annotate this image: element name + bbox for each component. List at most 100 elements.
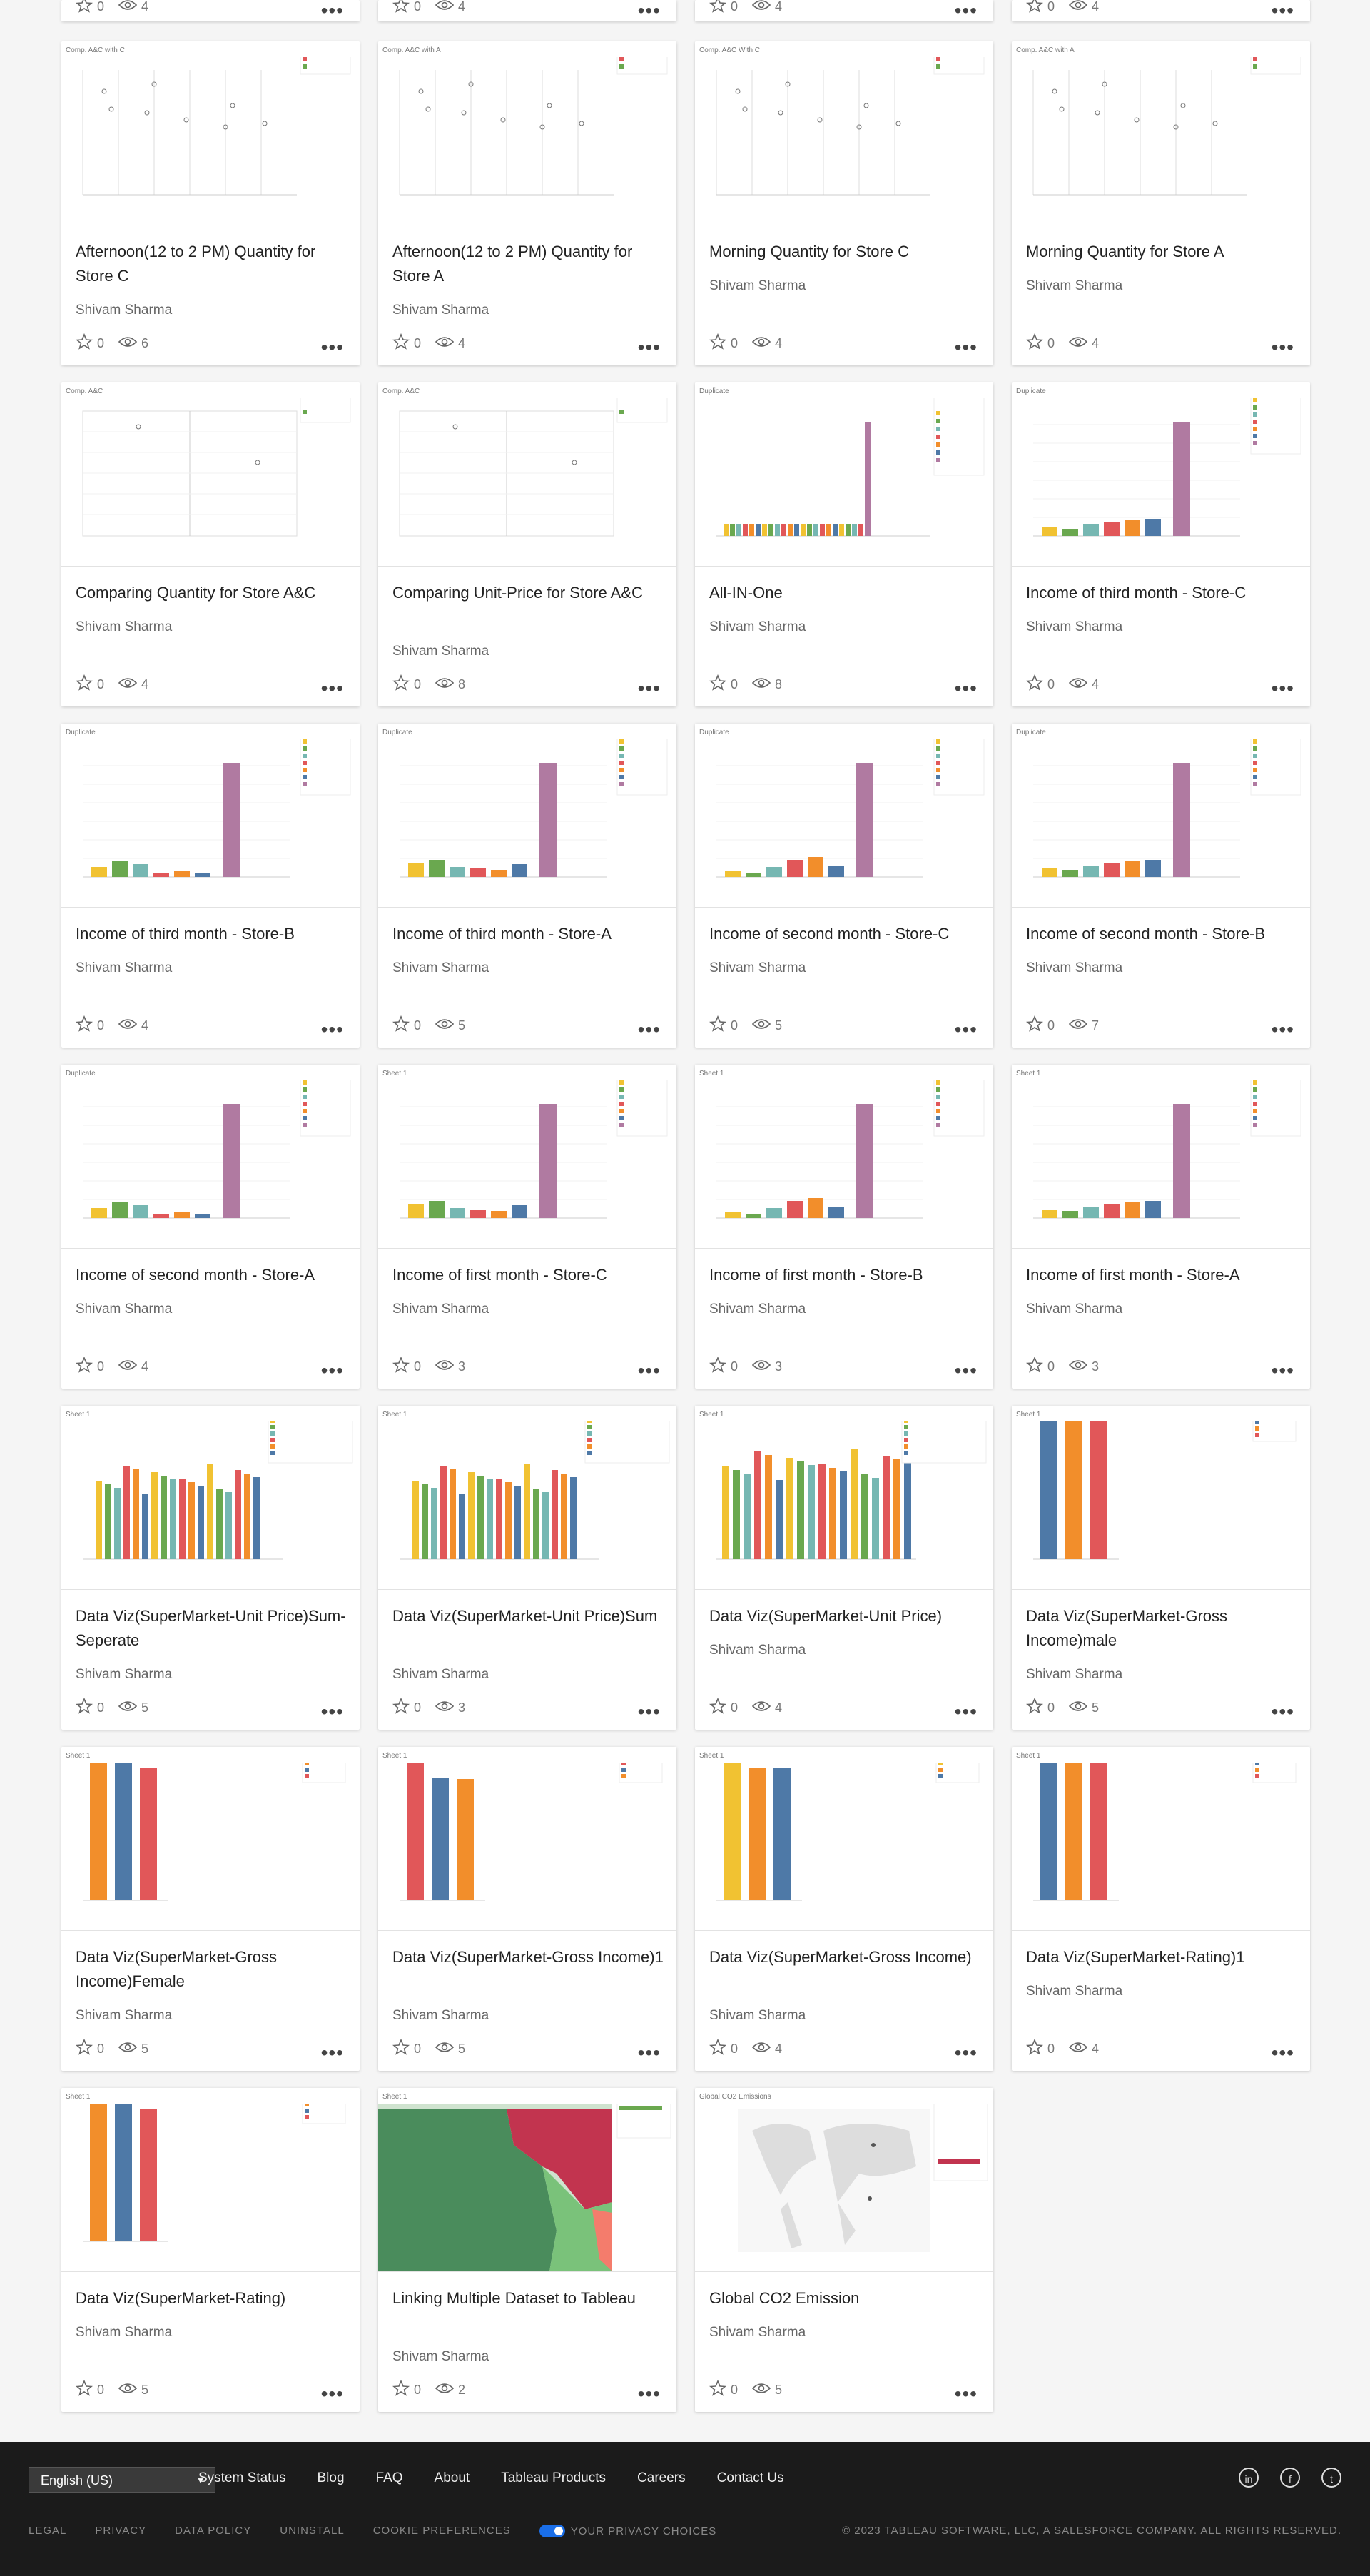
viz-thumbnail[interactable]: Sheet 1 — [378, 1065, 676, 1249]
legal-link-privacy[interactable]: PRIVACY — [95, 2525, 146, 2537]
viz-thumbnail[interactable]: Sheet 1 — [61, 1747, 360, 1931]
author-name[interactable]: Shivam Sharma — [709, 960, 806, 976]
author-name[interactable]: Shivam Sharma — [76, 2008, 172, 2024]
viz-card[interactable]: Comp. A&C Comparing Quantity for Store A&… — [61, 382, 360, 706]
star-icon[interactable] — [392, 1697, 410, 1718]
viz-card[interactable]: Comp. A&C with C Afternoon(12 to 2 PM) Qu… — [61, 41, 360, 365]
viz-card[interactable]: Duplicate Income of second month - Store-… — [1012, 724, 1310, 1048]
star-icon[interactable] — [75, 2379, 93, 2400]
card-title[interactable]: Income of third month - Store-B — [76, 922, 347, 946]
viz-card[interactable]: Sheet 1 Data Viz(SuperMarket-Gross Income… — [1012, 1406, 1310, 1730]
star-icon[interactable] — [1025, 1697, 1044, 1718]
legal-link-legal[interactable]: LEGAL — [29, 2525, 66, 2537]
card-title[interactable]: Data Viz(SuperMarket-Unit Price)Sum-Sepe… — [76, 1604, 347, 1653]
viz-card[interactable]: Sheet 1 Data Viz(SuperMarket-Gross Income… — [61, 1747, 360, 2071]
viz-thumbnail[interactable]: Sheet 1 — [61, 1406, 360, 1590]
star-icon[interactable] — [75, 1697, 93, 1718]
viz-thumbnail[interactable]: Comp. A&C — [378, 382, 676, 567]
more-options-icon[interactable]: ••• — [1272, 1702, 1294, 1722]
viz-card[interactable]: Sheet 1 Data Viz(SuperMarket-Rating) Shiva… — [61, 2088, 360, 2412]
star-icon[interactable] — [75, 2038, 93, 2059]
card-title[interactable]: Data Viz(SuperMarket-Unit Price) — [709, 1604, 980, 1628]
author-name[interactable]: Shivam Sharma — [392, 303, 489, 318]
viz-thumbnail[interactable]: Duplicate — [695, 724, 993, 908]
footer-link-careers[interactable]: Careers — [637, 2470, 686, 2486]
star-icon[interactable] — [392, 1015, 410, 1036]
viz-thumbnail[interactable]: Sheet 1 — [695, 1065, 993, 1249]
card-title[interactable]: Income of third month - Store-A — [392, 922, 664, 946]
card-title[interactable]: Data Viz(SuperMarket-Gross Income) — [709, 1945, 980, 1969]
card-title[interactable]: Data Viz(SuperMarket-Gross Income)1 — [392, 1945, 664, 1969]
viz-card[interactable]: Comp. A&C Comparing Unit-Price for Store … — [378, 382, 676, 706]
author-name[interactable]: Shivam Sharma — [76, 960, 172, 976]
star-icon[interactable] — [1025, 1356, 1044, 1377]
more-options-icon[interactable]: ••• — [638, 1361, 661, 1381]
viz-card[interactable]: Sheet 1 Data Viz(SuperMarket-Gross Income… — [378, 1747, 676, 2071]
more-options-icon[interactable]: ••• — [321, 1, 344, 21]
author-name[interactable]: Shivam Sharma — [392, 1302, 489, 1317]
card-title[interactable]: Data Viz(SuperMarket-Unit Price)Sum — [392, 1604, 664, 1628]
more-options-icon[interactable]: ••• — [638, 1702, 661, 1722]
viz-card[interactable]: Sheet 1 Data Viz(SuperMarket-Unit Price)S… — [61, 1406, 360, 1730]
viz-card[interactable]: Sheet 1 Income of first month - Store-A Sh… — [1012, 1065, 1310, 1389]
more-options-icon[interactable]: ••• — [638, 2384, 661, 2404]
viz-card[interactable]: Comp. A&C with A Afternoon(12 to 2 PM) Qu… — [378, 41, 676, 365]
more-options-icon[interactable]: ••• — [638, 1020, 661, 1040]
card-title[interactable]: Income of first month - Store-C — [392, 1263, 664, 1287]
star-icon[interactable] — [392, 674, 410, 695]
viz-thumbnail[interactable]: Sheet 1 — [61, 2088, 360, 2272]
more-options-icon[interactable]: ••• — [638, 2043, 661, 2063]
footer-link-about[interactable]: About — [435, 2470, 470, 2486]
author-name[interactable]: Shivam Sharma — [1026, 1302, 1122, 1317]
viz-thumbnail[interactable]: Comp. A&C with A — [1012, 41, 1310, 225]
star-icon[interactable] — [392, 0, 410, 17]
star-icon[interactable] — [75, 333, 93, 354]
footer-link-blog[interactable]: Blog — [318, 2470, 345, 2486]
author-name[interactable]: Shivam Sharma — [1026, 1984, 1122, 1999]
viz-thumbnail[interactable]: Comp. A&C with A — [378, 41, 676, 225]
author-name[interactable]: Shivam Sharma — [1026, 960, 1122, 976]
legal-link-uninstall[interactable]: UNINSTALL — [280, 2525, 344, 2537]
author-name[interactable]: Shivam Sharma — [1026, 278, 1122, 294]
author-name[interactable]: Shivam Sharma — [392, 960, 489, 976]
more-options-icon[interactable]: ••• — [955, 2384, 978, 2404]
star-icon[interactable] — [392, 333, 410, 354]
more-options-icon[interactable]: ••• — [955, 1361, 978, 1381]
viz-card[interactable]: Duplicate Income of third month - Store-B… — [61, 724, 360, 1048]
viz-card[interactable]: Sheet 1 Linking Multiple Dataset to Table… — [378, 2088, 676, 2412]
footer-link-tableau-products[interactable]: Tableau Products — [501, 2470, 606, 2486]
card-title[interactable]: Comparing Unit-Price for Store A&C — [392, 581, 664, 605]
card-title[interactable]: Income of second month - Store-B — [1026, 922, 1297, 946]
card-title[interactable]: Global CO2 Emission — [709, 2286, 980, 2311]
card-title[interactable]: Afternoon(12 to 2 PM) Quantity for Store… — [76, 240, 347, 288]
viz-card[interactable]: Sheet 1 Income of first month - Store-C Sh… — [378, 1065, 676, 1389]
viz-thumbnail[interactable]: Sheet 1 — [695, 1747, 993, 1931]
card-title[interactable]: Data Viz(SuperMarket-Rating) — [76, 2286, 347, 2311]
author-name[interactable]: Shivam Sharma — [76, 1302, 172, 1317]
more-options-icon[interactable]: ••• — [1272, 338, 1294, 358]
card-title[interactable]: Afternoon(12 to 2 PM) Quantity for Store… — [392, 240, 664, 288]
author-name[interactable]: Shivam Sharma — [709, 619, 806, 635]
more-options-icon[interactable]: ••• — [321, 1020, 344, 1040]
star-icon[interactable] — [709, 0, 727, 17]
author-name[interactable]: Shivam Sharma — [709, 2008, 806, 2024]
viz-thumbnail[interactable]: Global CO2 Emissions — [695, 2088, 993, 2272]
star-icon[interactable] — [75, 1356, 93, 1377]
more-options-icon[interactable]: ••• — [321, 1702, 344, 1722]
more-options-icon[interactable]: ••• — [1272, 679, 1294, 699]
star-icon[interactable] — [75, 0, 93, 17]
star-icon[interactable] — [709, 333, 727, 354]
more-options-icon[interactable]: ••• — [321, 2384, 344, 2404]
viz-thumbnail[interactable]: Sheet 1 — [695, 1406, 993, 1590]
card-title[interactable]: Morning Quantity for Store A — [1026, 240, 1297, 264]
card-title[interactable]: All-IN-One — [709, 581, 980, 605]
card-title[interactable]: Income of third month - Store-C — [1026, 581, 1297, 605]
viz-card-partial[interactable]: 0 4 ••• — [61, 0, 360, 21]
star-icon[interactable] — [392, 2038, 410, 2059]
language-selector[interactable]: English (US) ▼ — [29, 2467, 215, 2493]
star-icon[interactable] — [75, 1015, 93, 1036]
viz-card[interactable]: Duplicate Income of second month - Store-… — [61, 1065, 360, 1389]
viz-thumbnail[interactable]: Duplicate — [378, 724, 676, 908]
viz-thumbnail[interactable]: Sheet 1 — [378, 1747, 676, 1931]
more-options-icon[interactable]: ••• — [955, 1020, 978, 1040]
